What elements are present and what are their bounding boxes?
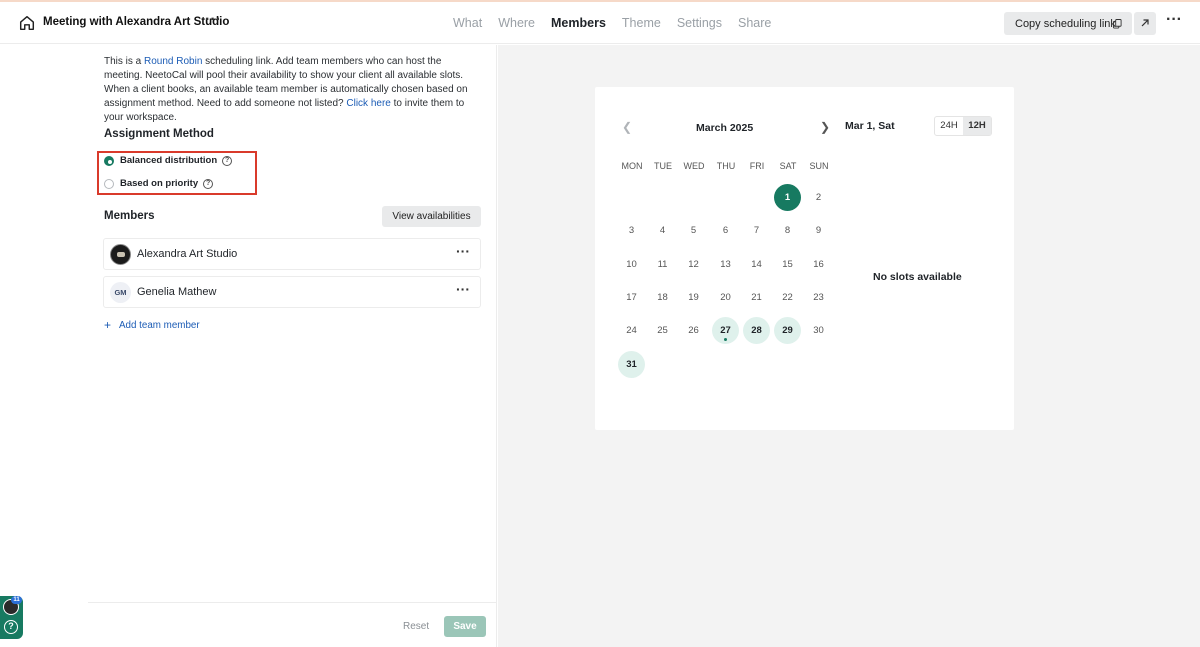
assignment-method-heading: Assignment Method [104, 128, 214, 140]
booking-preview-panel: ❮ March 2025 ❯ Mar 1, Sat 24H 12H No slo… [498, 45, 1200, 647]
calendar-day: 11 [657, 258, 668, 270]
chevron-right-icon[interactable]: ❯ [820, 120, 830, 134]
add-team-member-button[interactable]: + Add team member [104, 318, 200, 332]
calendar-day: 9 [815, 225, 822, 237]
tab-members[interactable]: Members [551, 16, 606, 30]
reset-button[interactable]: Reset [403, 621, 429, 632]
title-more-icon[interactable]: ··· [205, 11, 221, 29]
members-heading: Members [104, 210, 155, 222]
calendar-day: 18 [657, 291, 668, 303]
based-on-priority-radio[interactable] [104, 178, 114, 189]
calendar-day: 2 [815, 192, 822, 203]
selected-date-label: Mar 1, Sat [845, 120, 895, 132]
copy-icon [1113, 19, 1122, 29]
tab-where[interactable]: Where [498, 16, 535, 30]
calendar-day[interactable]: 1 [774, 184, 801, 211]
balanced-distribution-option[interactable]: Balanced distribution ? [104, 155, 233, 166]
calendar-day: 13 [720, 258, 731, 270]
calendar-day: 7 [753, 225, 760, 237]
chevron-left-icon[interactable]: ❮ [622, 120, 632, 134]
calendar-day[interactable]: 27 [712, 317, 739, 345]
balanced-distribution-label: Balanced distribution [120, 155, 218, 166]
calendar-day: 24 [626, 325, 637, 337]
calendar-day: 15 [782, 258, 793, 270]
copy-scheduling-link-button[interactable]: Copy scheduling link [1004, 12, 1132, 35]
round-robin-link[interactable]: Round Robin [144, 56, 202, 67]
view-availabilities-button[interactable]: View availabilities [382, 206, 481, 227]
based-on-priority-option[interactable]: Based on priority ? [104, 178, 214, 189]
avatar [110, 244, 131, 265]
page-title: Meeting with Alexandra Art Studio [43, 16, 230, 28]
help-icon[interactable]: ? [4, 620, 18, 634]
tab-share[interactable]: Share [738, 16, 771, 30]
calendar-day: 12 [688, 258, 699, 270]
home-icon[interactable] [18, 14, 36, 32]
calendar-day: 21 [751, 291, 762, 303]
tab-theme[interactable]: Theme [622, 16, 661, 30]
members-settings-panel: This is a Round Robin scheduling link. A… [0, 45, 497, 647]
calendar-day: 14 [751, 258, 762, 270]
weekday-label: FRI [749, 161, 765, 171]
save-button[interactable]: Save [444, 616, 486, 637]
floating-help-widget: 11 ? [0, 596, 23, 639]
weekday-label: THU [716, 161, 736, 171]
based-on-priority-label: Based on priority [120, 178, 199, 189]
calendar-day: 8 [784, 225, 791, 237]
calendar-day: 17 [626, 291, 637, 303]
intro-description: This is a Round Robin scheduling link. A… [104, 55, 479, 125]
weekday-label: WED [683, 161, 705, 171]
member-card: Alexandra Art Studio ··· [103, 238, 481, 270]
calendar-day: 19 [688, 291, 699, 303]
help-icon[interactable]: ? [222, 155, 233, 166]
time-format-toggle: 24H 12H [934, 116, 992, 136]
member-name: Alexandra Art Studio [137, 248, 238, 260]
calendar-day: 30 [813, 325, 824, 337]
calendar-day: 4 [659, 225, 666, 237]
calendar-day: 22 [782, 291, 793, 303]
copy-scheduling-link-label: Copy scheduling link [1015, 17, 1116, 30]
calendar-day: 10 [626, 258, 637, 270]
footer-divider [88, 602, 497, 603]
header: Meeting with Alexandra Art Studio ··· Wh… [0, 2, 1200, 44]
calendar-day[interactable]: 29 [774, 317, 801, 345]
avatar: GM [110, 282, 131, 303]
tab-what[interactable]: What [453, 16, 482, 30]
calendar-day: 26 [688, 325, 699, 337]
format-24h-button[interactable]: 24H [935, 117, 963, 135]
weekday-label: SAT [779, 161, 797, 171]
calendar-day: 25 [657, 325, 668, 337]
member-name: Genelia Mathew [137, 286, 217, 298]
tab-bar: What Where Members Theme Settings Share [453, 16, 787, 30]
more-options-icon[interactable]: ··· [1166, 11, 1182, 29]
open-external-button[interactable] [1134, 12, 1156, 35]
weekday-label: MON [621, 161, 643, 171]
today-indicator [724, 338, 727, 342]
click-here-link[interactable]: Click here [346, 98, 390, 109]
notification-badge: 11 [11, 596, 22, 604]
calendar-day: 3 [628, 225, 635, 237]
member-more-icon[interactable]: ··· [456, 281, 470, 297]
calendar-day: 16 [813, 258, 824, 270]
tab-settings[interactable]: Settings [677, 16, 722, 30]
calendar-day[interactable]: 31 [618, 350, 645, 378]
balanced-distribution-radio[interactable] [104, 155, 114, 166]
weekday-label: SUN [809, 161, 829, 171]
calendar-card: ❮ March 2025 ❯ Mar 1, Sat 24H 12H No slo… [595, 87, 1014, 430]
weekday-label: TUE [654, 161, 672, 171]
month-label: March 2025 [696, 122, 754, 134]
calendar-day: 23 [813, 291, 824, 303]
calendar-day: 5 [690, 225, 697, 237]
calendar-day[interactable]: 28 [743, 317, 770, 345]
help-icon[interactable]: ? [203, 178, 214, 189]
add-team-member-label: Add team member [119, 319, 200, 331]
plus-icon: + [104, 318, 112, 332]
calendar-day: 20 [720, 291, 731, 303]
member-card: GM Genelia Mathew ··· [103, 276, 481, 308]
member-more-icon[interactable]: ··· [456, 243, 470, 259]
external-link-icon [1141, 19, 1149, 27]
intro-text-1: This is a [104, 56, 145, 67]
calendar-day: 6 [722, 225, 729, 237]
format-12h-button[interactable]: 12H [963, 117, 991, 135]
no-slots-message: No slots available [873, 271, 962, 283]
